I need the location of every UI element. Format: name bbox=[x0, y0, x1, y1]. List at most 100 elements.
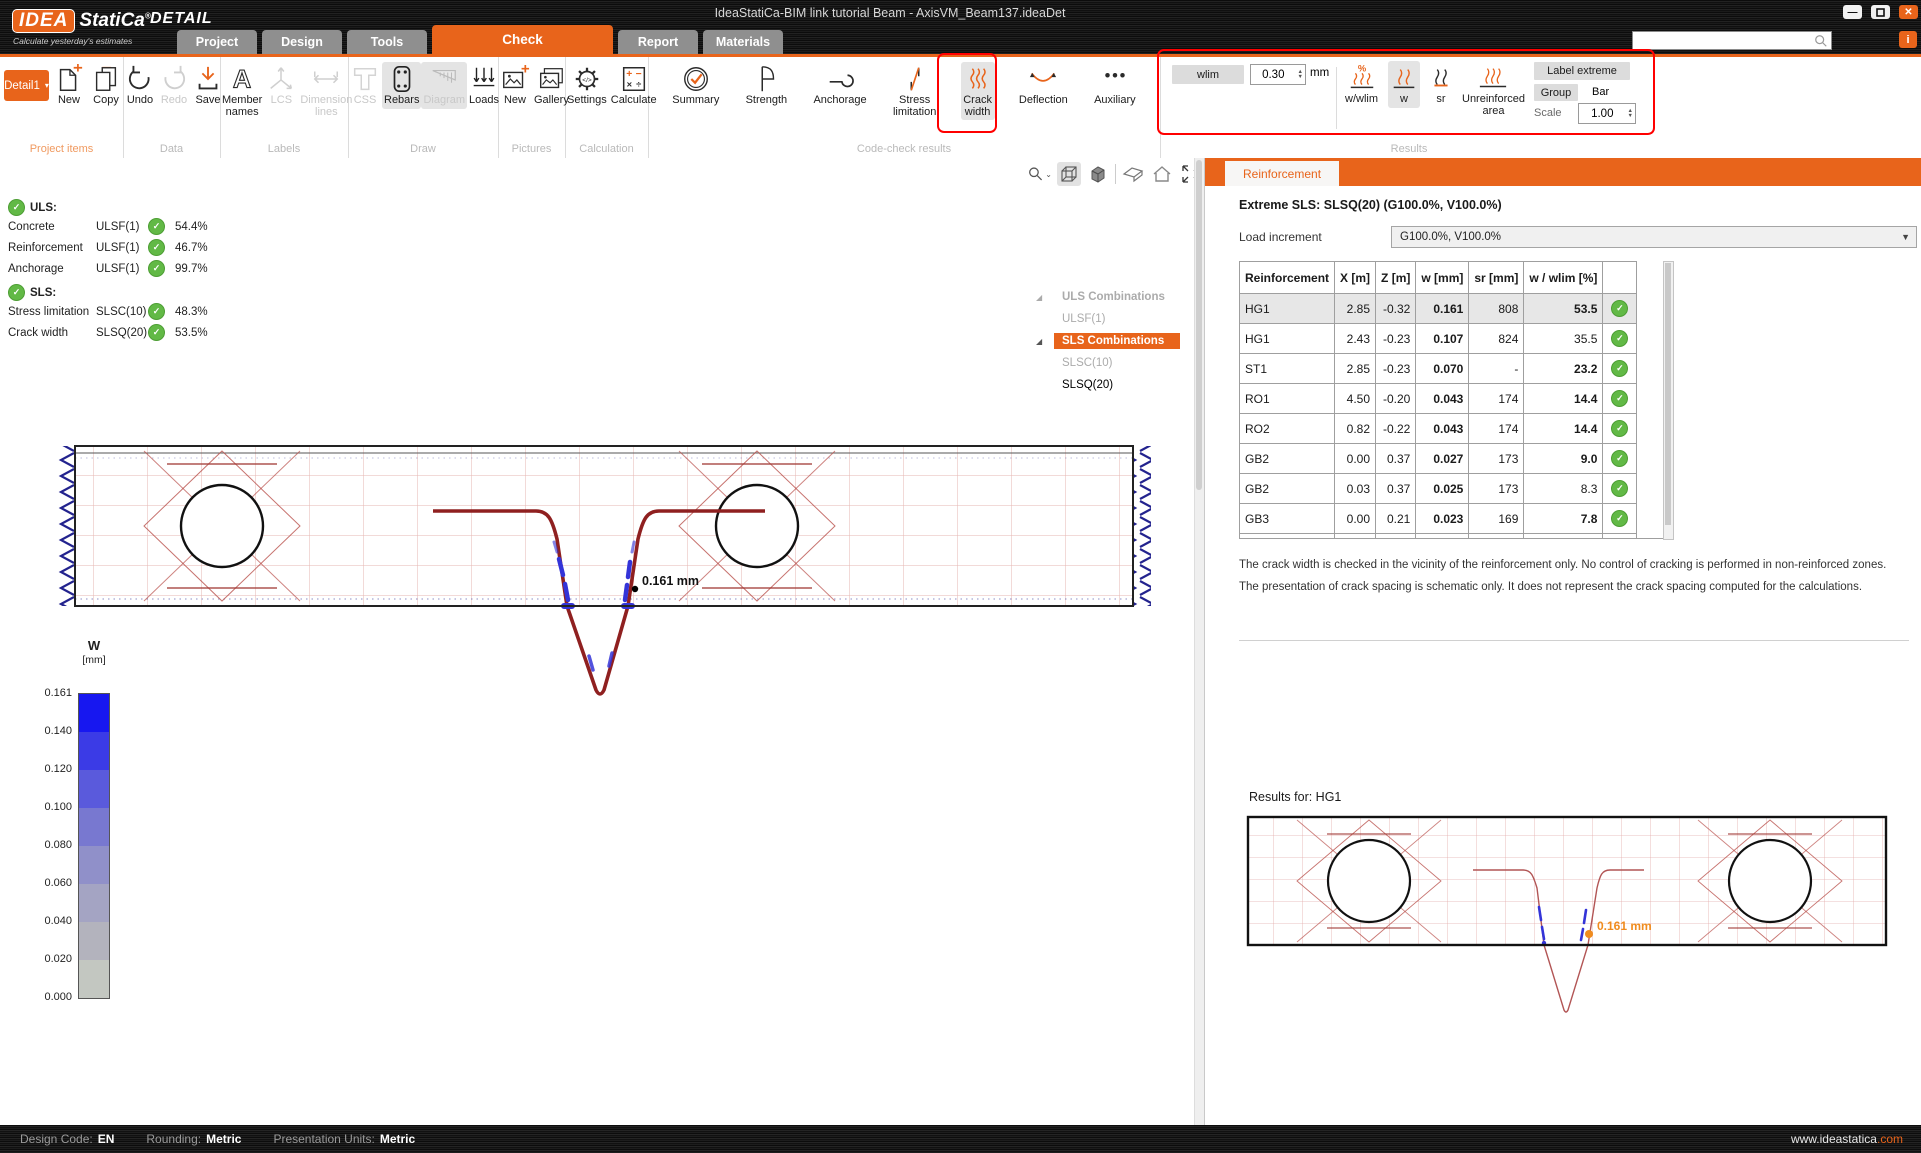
wlim-value-spinner[interactable]: 0.30▲▼ bbox=[1250, 64, 1306, 85]
stress-limitation-button[interactable]: Stress limitation bbox=[891, 62, 938, 120]
crack-width-button[interactable]: Crack width bbox=[961, 62, 995, 120]
svg-text:÷: ÷ bbox=[636, 79, 641, 89]
scale-tick: 0.080 bbox=[40, 839, 72, 851]
w-wlim-toggle[interactable]: % w/wlim bbox=[1343, 61, 1380, 108]
tree-item[interactable]: ◢ULS Combinations bbox=[1036, 286, 1180, 308]
deflection-button[interactable]: Deflection bbox=[1017, 62, 1070, 109]
svg-text:%: % bbox=[1357, 63, 1366, 73]
spinner-arrows-icon[interactable]: ▲▼ bbox=[1626, 109, 1635, 119]
table-row[interactable]: GB20.030.370.0251738.3✓ bbox=[1240, 474, 1637, 504]
summary-button[interactable]: Summary bbox=[670, 62, 721, 109]
color-scale-title: W bbox=[78, 638, 110, 653]
tab-check[interactable]: Check bbox=[432, 25, 613, 54]
tab-tools[interactable]: Tools bbox=[347, 30, 427, 54]
new-project-item-button[interactable]: New bbox=[52, 62, 86, 109]
tab-project[interactable]: Project bbox=[177, 30, 257, 54]
table-row[interactable]: RO14.50-0.200.04317414.4✓ bbox=[1240, 384, 1637, 414]
auxiliary-button[interactable]: Auxiliary bbox=[1092, 62, 1138, 109]
tab-reinforcement[interactable]: Reinforcement bbox=[1225, 161, 1339, 186]
table-row[interactable]: HG12.43-0.230.10782435.5✓ bbox=[1240, 324, 1637, 354]
copy-button[interactable]: Copy bbox=[89, 62, 123, 109]
svg-text:A: A bbox=[233, 65, 251, 93]
scale-band bbox=[79, 846, 109, 884]
detail-selector[interactable]: Detail1▾ bbox=[4, 70, 49, 101]
lcs-button[interactable]: LCS bbox=[264, 62, 298, 109]
anchorage-button[interactable]: Anchorage bbox=[811, 62, 868, 109]
check-summary: ✓ULS: ConcreteULSF(1)✓54.4%Reinforcement… bbox=[8, 194, 208, 343]
note-text: The presentation of crack spacing is sch… bbox=[1239, 580, 1907, 594]
canvas-scrollbar[interactable] bbox=[1194, 158, 1204, 1125]
table-row[interactable]: GB20.000.370.0271739.0✓ bbox=[1240, 444, 1637, 474]
rebar-section-icon bbox=[387, 64, 417, 94]
minimize-button[interactable]: — bbox=[1843, 5, 1862, 19]
diagram-button[interactable]: Diagram bbox=[421, 62, 467, 109]
close-button[interactable]: ✕ bbox=[1899, 5, 1918, 19]
tab-design[interactable]: Design bbox=[262, 30, 342, 54]
results-panel: Reinforcement Extreme SLS: SLSQ(20) (G10… bbox=[1204, 158, 1921, 1125]
beam-model-drawing[interactable]: 0.161 mm bbox=[40, 356, 1160, 728]
strength-button[interactable]: Strength bbox=[744, 62, 790, 109]
spinner-arrows-icon[interactable]: ▲▼ bbox=[1296, 70, 1305, 80]
dimension-lines-button[interactable]: Dimension lines bbox=[298, 62, 354, 120]
chevron-down-icon: ▾ bbox=[45, 81, 49, 90]
note-text: The crack width is checked in the vicini… bbox=[1239, 558, 1907, 572]
loads-button[interactable]: Loads bbox=[467, 62, 501, 109]
solid-view-button[interactable] bbox=[1086, 162, 1110, 186]
tab-materials[interactable]: Materials bbox=[703, 30, 783, 54]
wireframe-view-button[interactable] bbox=[1057, 162, 1081, 186]
table-row[interactable]: GB30.000.210.0231697.8✓ bbox=[1240, 504, 1637, 534]
pass-icon: ✓ bbox=[1611, 330, 1628, 347]
column-header[interactable]: sr [mm] bbox=[1469, 262, 1524, 294]
column-header[interactable]: Z [m] bbox=[1376, 262, 1416, 294]
css-button[interactable]: CSS bbox=[348, 62, 382, 109]
table-row[interactable]: HG12.85-0.320.16180853.5✓ bbox=[1240, 294, 1637, 324]
search-input[interactable] bbox=[1633, 35, 1814, 47]
solid-cube-icon bbox=[1088, 164, 1108, 184]
w-toggle[interactable]: w bbox=[1388, 61, 1420, 108]
group-toggle-button[interactable]: Group bbox=[1534, 84, 1578, 101]
column-header[interactable]: X [m] bbox=[1335, 262, 1376, 294]
sr-toggle[interactable]: sr bbox=[1424, 61, 1458, 108]
label-extreme-button[interactable]: Label extreme bbox=[1534, 62, 1630, 80]
group-label: Pictures bbox=[498, 143, 565, 155]
table-row[interactable]: ST12.85-0.230.070-23.2✓ bbox=[1240, 354, 1637, 384]
column-header[interactable]: Reinforcement bbox=[1240, 262, 1335, 294]
tree-item[interactable]: ◢SLS Combinations bbox=[1036, 330, 1180, 352]
column-header[interactable]: w [mm] bbox=[1416, 262, 1469, 294]
unreinforced-area-toggle[interactable]: Unreinforced area bbox=[1460, 61, 1527, 119]
scale-band bbox=[79, 922, 109, 960]
maximize-button[interactable] bbox=[1871, 5, 1890, 19]
sls-summary-header: ✓SLS: bbox=[8, 284, 208, 301]
scale-value-spinner[interactable]: 1.00▲▼ bbox=[1578, 103, 1636, 124]
website-link[interactable]: www.ideastatica.com bbox=[1791, 1132, 1903, 1146]
model-canvas[interactable]: ⌄ ✓ULS: ConcreteULSF(1)✓54.4%Reinforceme… bbox=[0, 158, 1194, 1125]
pass-icon: ✓ bbox=[1611, 510, 1628, 527]
member-names-button[interactable]: A Member names bbox=[220, 62, 264, 120]
color-scale: W [mm] 0.1610.1400.1200.1000.0800.0600.0… bbox=[40, 636, 160, 986]
pass-icon: ✓ bbox=[1611, 360, 1628, 377]
table-scrollbar[interactable] bbox=[1663, 261, 1674, 540]
redo-button[interactable]: Redo bbox=[157, 62, 191, 109]
scrollbar-thumb[interactable] bbox=[1665, 263, 1671, 525]
table-row[interactable]: RO20.82-0.220.04317414.4✓ bbox=[1240, 414, 1637, 444]
search-icon bbox=[1814, 34, 1828, 48]
undo-button[interactable]: Undo bbox=[123, 62, 157, 109]
rebars-button[interactable]: Rebars bbox=[382, 62, 421, 109]
clip-view-button[interactable] bbox=[1121, 162, 1145, 186]
table-row[interactable]: GB12.710.370.0211307.0✓ bbox=[1240, 534, 1637, 540]
home-view-button[interactable] bbox=[1150, 162, 1174, 186]
tree-item[interactable]: ULSF(1) bbox=[1036, 308, 1180, 330]
new-picture-button[interactable]: New bbox=[498, 62, 532, 109]
pass-icon: ✓ bbox=[1611, 390, 1628, 407]
column-header[interactable] bbox=[1603, 262, 1637, 294]
wlim-button[interactable]: wlim bbox=[1172, 65, 1244, 84]
check-summary-row: ReinforcementULSF(1)✓46.7% bbox=[8, 237, 208, 258]
load-increment-dropdown[interactable]: G100.0%, V100.0% ▼ bbox=[1391, 226, 1917, 248]
tab-report[interactable]: Report bbox=[618, 30, 698, 54]
summary-check-icon bbox=[681, 64, 711, 94]
settings-button[interactable]: </> Settings bbox=[565, 62, 609, 109]
column-header[interactable]: w / wlim [%] bbox=[1524, 262, 1603, 294]
info-button[interactable]: i bbox=[1899, 31, 1917, 48]
scrollbar-thumb[interactable] bbox=[1196, 160, 1202, 490]
zoom-tool-button[interactable]: ⌄ bbox=[1028, 162, 1052, 186]
